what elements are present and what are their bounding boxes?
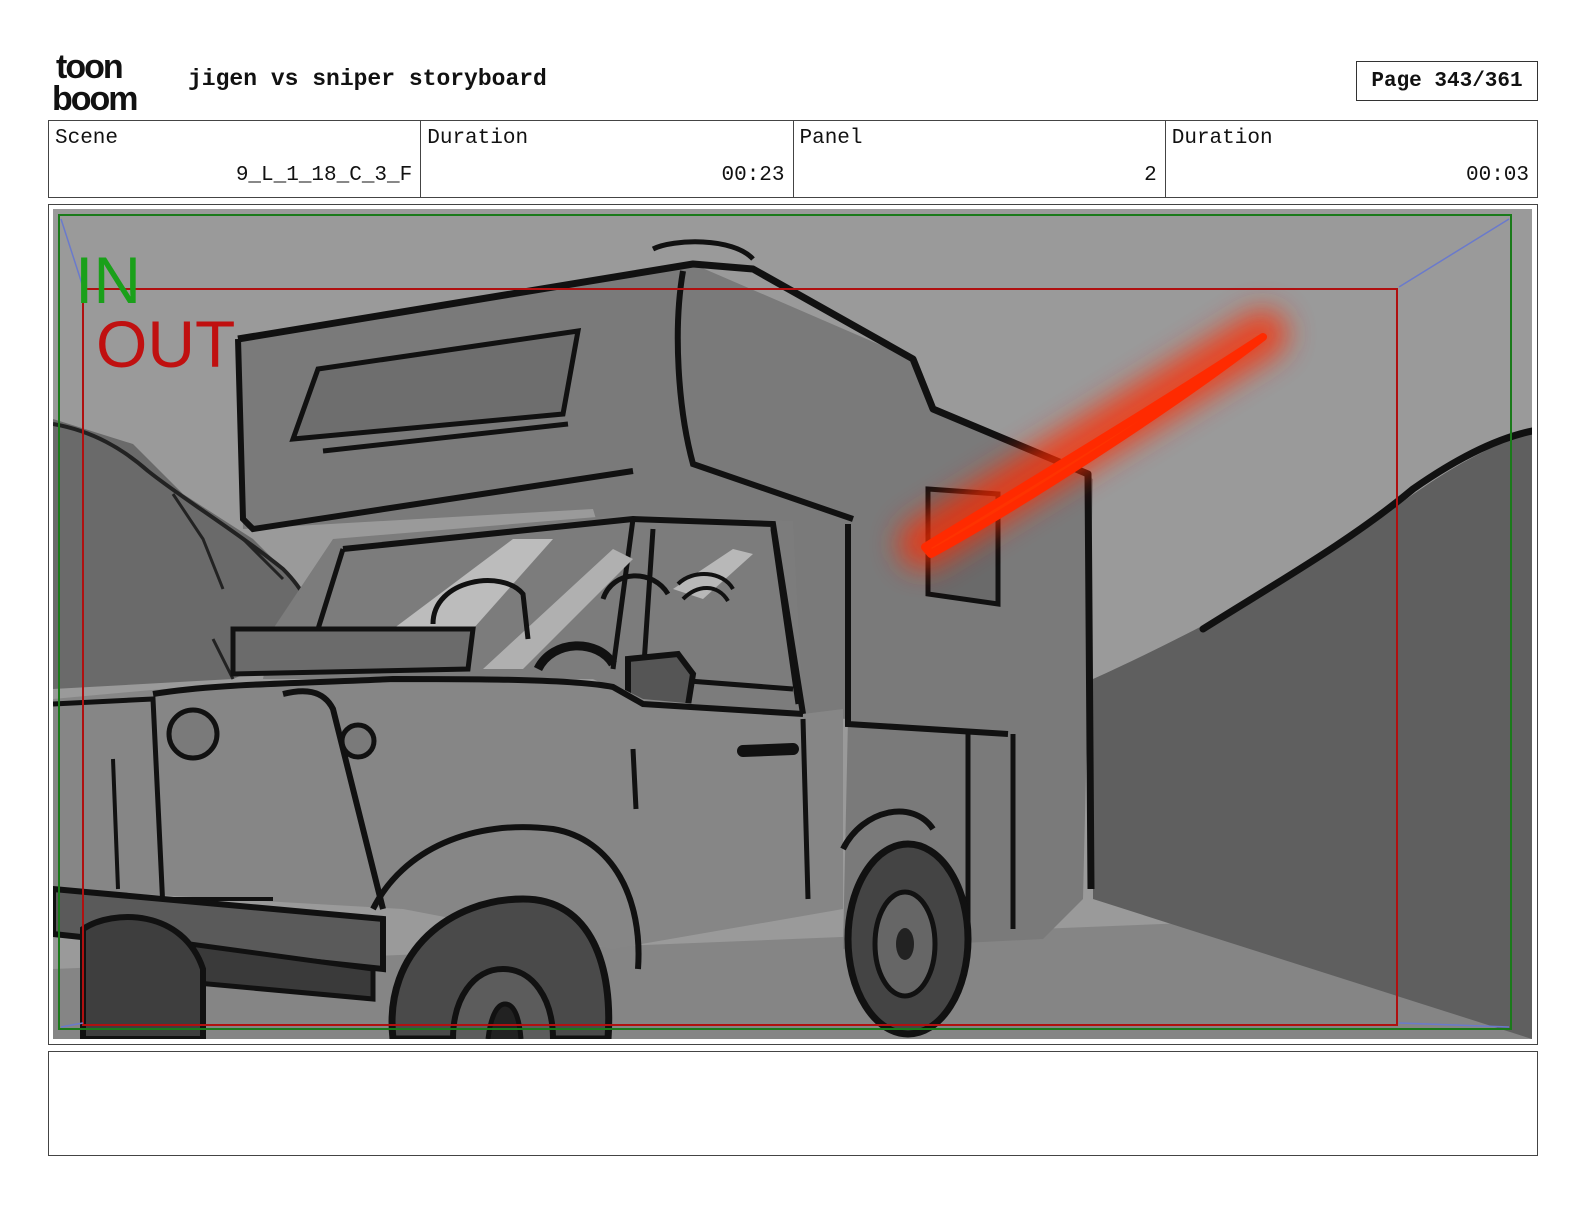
out-label: OUT (96, 307, 235, 381)
panel-duration-cell: Duration 00:03 (1166, 121, 1537, 197)
panel-sketch: IN OUT (53, 209, 1532, 1039)
scene-duration-cell: Duration 00:23 (421, 121, 794, 197)
panel-notes-box[interactable] (48, 1051, 1538, 1156)
panel-value: 2 (1144, 164, 1157, 187)
panel-cell: Panel 2 (794, 121, 1166, 197)
logo-text-bottom: boom (52, 80, 137, 114)
scene-duration-label: Duration (427, 127, 529, 150)
storyboard-panel: IN OUT (48, 204, 1538, 1045)
scene-value: 9_L_1_18_C_3_F (235, 164, 413, 187)
scene-info-table: Scene 9_L_1_18_C_3_F Duration 00:23 Pane… (48, 120, 1538, 198)
scene-duration-value: 00:23 (721, 164, 785, 187)
scene-cell: Scene 9_L_1_18_C_3_F (49, 121, 422, 197)
panel-duration-value: 00:03 (1465, 164, 1529, 187)
panel-duration-label: Duration (1171, 127, 1273, 150)
scene-label: Scene (55, 127, 119, 150)
toon-boom-logo: toon boom (52, 48, 164, 118)
document-title: jigen vs sniper storyboard (188, 66, 547, 92)
panel-label: Panel (799, 127, 863, 150)
page-indicator: Page 343/361 (1356, 61, 1538, 101)
in-label: IN (75, 243, 141, 317)
